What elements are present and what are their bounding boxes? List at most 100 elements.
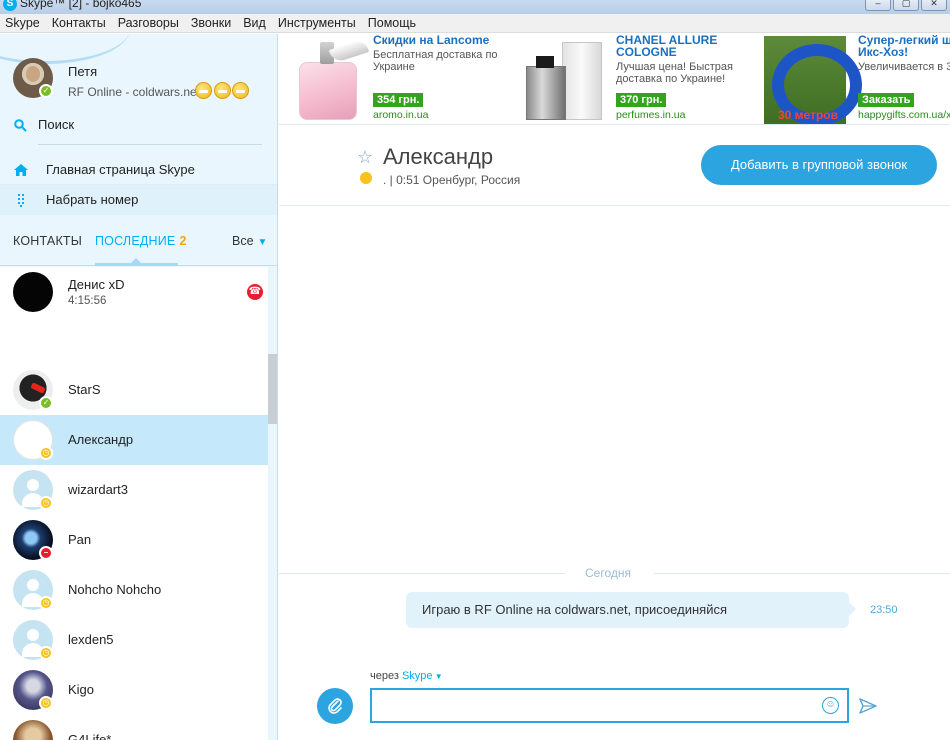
message-input-box[interactable]: ☺ (370, 688, 849, 723)
away-status-icon: ◷ (39, 496, 53, 510)
paperclip-icon (328, 698, 342, 714)
tab-recent-label: ПОСЛЕДНИЕ (95, 234, 176, 248)
divider (279, 205, 950, 206)
contact-name: Nohcho Nohcho (68, 582, 162, 597)
menu-conversations[interactable]: Разговоры (113, 16, 186, 30)
maximize-button[interactable]: ▢ (893, 0, 919, 11)
mood-emoticons (195, 82, 250, 100)
profile-name[interactable]: Петя (68, 64, 97, 79)
contact-name: G4Life* (68, 732, 112, 740)
contact-name: StarS (68, 382, 101, 397)
online-status-icon: ✓ (39, 396, 53, 410)
contact-item-kigo[interactable]: ◷ Kigo (0, 665, 268, 715)
contact-name: Денис xD (68, 277, 125, 292)
send-icon[interactable] (859, 698, 877, 714)
search-button[interactable]: Поиск (0, 112, 277, 138)
via-label: через (370, 670, 399, 682)
menu-help[interactable]: Помощь (363, 16, 423, 30)
ad-title[interactable]: Скидки на Lancome (373, 34, 489, 46)
ad-order-button[interactable]: Заказать (858, 93, 915, 107)
ad-desc: Увеличивается в 3 (858, 61, 950, 73)
message-bubble[interactable]: Играю в RF Online на coldwars.net, присо… (406, 592, 856, 628)
divider (279, 573, 565, 574)
ad-lancome[interactable]: Скидки на Lancome Бесплатная доставка по… (287, 34, 517, 124)
contact-list: Денис xD 4:15:56 ☎ ✓ StarS ◷ Александр ◷… (0, 267, 268, 740)
add-to-group-call-button[interactable]: Добавить в групповой звонок (701, 145, 937, 185)
ad-price-badge[interactable]: 370 грн. (616, 93, 667, 107)
ad-chanel[interactable]: CHANEL ALLURE COLOGNE Лучшая цена! Быстр… (522, 34, 752, 124)
favorite-star-icon[interactable]: ☆ (357, 147, 373, 168)
message-timestamp: 23:50 (870, 604, 898, 616)
do-not-disturb-status-icon: – (39, 546, 53, 560)
sidebar: ✓ Петя RF Online - coldwars.net Поиск Гл… (0, 34, 278, 740)
conversation-title[interactable]: Александр (383, 144, 493, 170)
away-status-icon: ◷ (39, 696, 53, 710)
menu-tools[interactable]: Инструменты (273, 16, 363, 30)
menu-skype[interactable]: Skype (0, 16, 47, 30)
title-bar: S Skype™ [2] - bojko465 – ▢ ✕ (0, 0, 950, 14)
ad-desc: Украине (373, 61, 415, 73)
menu-view[interactable]: Вид (238, 16, 273, 30)
send-via-selector[interactable]: через Skype ▼ (370, 670, 443, 682)
window-title: Skype™ [2] - bojko465 (20, 0, 142, 10)
contact-item-stars[interactable]: ✓ StarS (0, 365, 268, 415)
filter-dropdown[interactable]: Все ▼ (232, 234, 267, 248)
ad-hose[interactable]: 30 метров Супер-легкий ш Икс-Хоз! Увелич… (764, 34, 950, 124)
ad-title-line2[interactable]: Икс-Хоз! (858, 46, 908, 58)
contact-item-lexden5[interactable]: ◷ lexden5 (0, 615, 268, 665)
ad-title-line2[interactable]: COLOGNE (616, 46, 677, 58)
decorative-arc (0, 34, 130, 64)
contact-item-pan[interactable]: – Pan (0, 515, 268, 565)
perfume-image (522, 36, 604, 122)
ad-desc: доставка по Украине! (616, 73, 726, 85)
active-tab-indicator (95, 258, 178, 266)
recent-count-badge: 2 (179, 234, 187, 248)
perfume-image (287, 36, 370, 122)
menu-calls[interactable]: Звонки (186, 16, 238, 30)
ad-price-badge[interactable]: 354 грн. (373, 93, 424, 107)
tab-recent[interactable]: ПОСЛЕДНИЕ 2 (95, 234, 187, 248)
chevron-down-icon: ▼ (432, 672, 443, 681)
contact-list-scrollbar[interactable] (268, 354, 277, 424)
attach-file-button[interactable] (317, 688, 353, 724)
contact-item-aleksandr[interactable]: ◷ Александр (0, 415, 268, 465)
ad-url[interactable]: aromo.in.ua (373, 109, 428, 121)
nav-skype-home[interactable]: Главная страница Skype (0, 155, 277, 185)
menu-contacts[interactable]: Контакты (47, 16, 113, 30)
contact-item-denis[interactable]: Денис xD 4:15:56 ☎ (0, 267, 268, 317)
contact-item-nohcho[interactable]: ◷ Nohcho Nohcho (0, 565, 268, 615)
ad-desc: Лучшая цена! Быстрая (616, 61, 733, 73)
day-separator-label: Сегодня (585, 566, 631, 580)
search-label: Поиск (38, 117, 75, 132)
contact-name: Kigo (68, 682, 95, 697)
dialpad-icon (18, 194, 24, 207)
message-input[interactable] (372, 690, 812, 720)
emoticon-picker-icon[interactable]: ☺ (822, 697, 839, 714)
profile-mood[interactable]: RF Online - coldwars.net (68, 85, 200, 99)
tab-contacts[interactable]: КОНТАКТЫ (13, 234, 82, 248)
emoticon-icon (232, 82, 250, 100)
nav-dial-number[interactable]: Набрать номер (0, 185, 277, 215)
contact-item-wizardart3[interactable]: ◷ wizardart3 (0, 465, 268, 515)
search-icon (14, 119, 27, 132)
online-status-icon: ✓ (39, 84, 53, 98)
menu-bar: Skype Контакты Разговоры Звонки Вид Инст… (0, 14, 950, 33)
nav-dial-number-label: Набрать номер (46, 192, 139, 207)
via-service: Skype (401, 670, 433, 682)
end-call-icon[interactable]: ☎ (247, 284, 263, 300)
chevron-down-icon: ▼ (257, 237, 268, 248)
conversation-pane: Скидки на Lancome Бесплатная доставка по… (279, 34, 950, 740)
minimize-button[interactable]: – (865, 0, 891, 11)
ad-desc: Бесплатная доставка по (373, 49, 498, 61)
ad-url[interactable]: happygifts.com.ua/xh (858, 109, 950, 121)
close-button[interactable]: ✕ (921, 0, 947, 11)
emoticon-icon (195, 82, 212, 100)
contact-location-info: . | 0:51 Оренбург, Россия (383, 173, 521, 187)
contact-name: lexden5 (68, 632, 114, 647)
contact-item-g4life[interactable]: – G4Life* (0, 715, 268, 740)
avatar (13, 272, 53, 312)
contact-tabs: КОНТАКТЫ ПОСЛЕДНИЕ 2 Все ▼ (0, 230, 277, 266)
away-status-icon: ◷ (39, 596, 53, 610)
contact-name: wizardart3 (68, 482, 128, 497)
ad-url[interactable]: perfumes.in.ua (616, 109, 685, 121)
